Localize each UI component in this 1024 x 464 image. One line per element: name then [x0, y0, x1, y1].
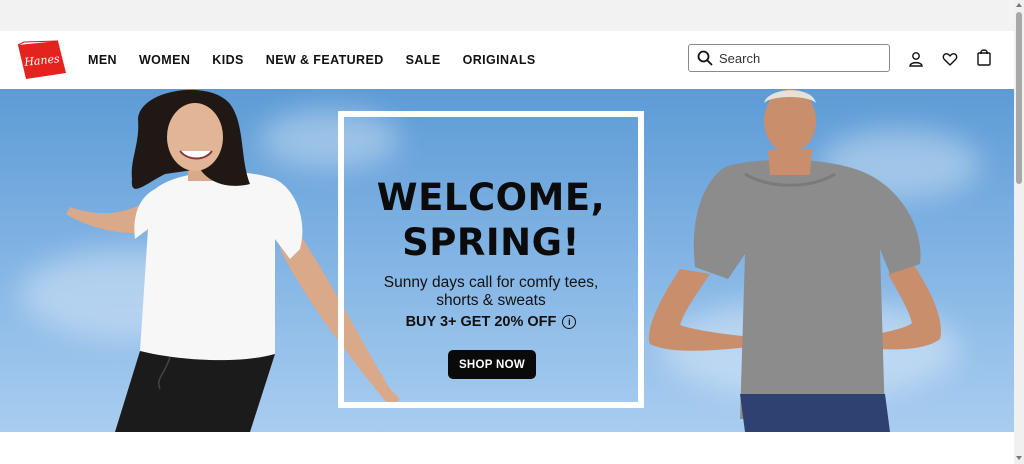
shop-now-button[interactable]: SHOP NOW: [448, 350, 536, 379]
heart-icon[interactable]: [941, 50, 959, 68]
hero-subtitle-line1: Sunny days call for comfy tees,: [383, 274, 599, 291]
model-man-image: [649, 89, 941, 432]
nav-item-women[interactable]: WOMEN: [139, 53, 190, 67]
offer-line: BUY 3+ GET 20% OFF i: [344, 314, 638, 330]
search-icon[interactable]: [697, 50, 713, 66]
site-header: Hanes MEN WOMEN KIDS NEW & FEATURED SALE…: [0, 31, 1014, 89]
hero-title-line2: SPRING!: [402, 221, 580, 264]
hero-title-line1: WELCOME,: [376, 176, 606, 219]
hero-banner[interactable]: WELCOME, SPRING! Sunny days call for com…: [0, 89, 1014, 432]
main-nav: MEN WOMEN KIDS NEW & FEATURED SALE ORIGI…: [88, 31, 558, 89]
nav-item-new-featured[interactable]: NEW & FEATURED: [266, 53, 384, 67]
nav-item-kids[interactable]: KIDS: [212, 53, 243, 67]
nav-item-sale[interactable]: SALE: [406, 53, 441, 67]
offer-text: BUY 3+ GET 20% OFF: [405, 314, 557, 330]
hero-title: WELCOME, SPRING!: [344, 175, 638, 265]
hero-subtitle: Sunny days call for comfy tees, shorts &…: [344, 274, 638, 310]
page-scrollbar[interactable]: [1014, 0, 1024, 464]
promo-box: WELCOME, SPRING! Sunny days call for com…: [338, 111, 644, 408]
search-input[interactable]: [719, 50, 879, 66]
hero-subtitle-line2: shorts & sweats: [436, 292, 546, 309]
scroll-down-arrow-icon[interactable]: [1016, 456, 1022, 460]
search-box[interactable]: [688, 44, 890, 72]
nav-item-men[interactable]: MEN: [88, 53, 117, 67]
scroll-up-arrow-icon[interactable]: [1016, 3, 1022, 7]
bag-icon[interactable]: [975, 48, 993, 66]
nav-item-originals[interactable]: ORIGINALS: [463, 53, 536, 67]
scrollbar-thumb[interactable]: [1016, 12, 1022, 184]
info-icon[interactable]: i: [562, 315, 577, 329]
hanes-logo[interactable]: Hanes: [16, 39, 68, 81]
browser-top-bar: [0, 0, 1024, 32]
account-icon[interactable]: [907, 50, 925, 68]
